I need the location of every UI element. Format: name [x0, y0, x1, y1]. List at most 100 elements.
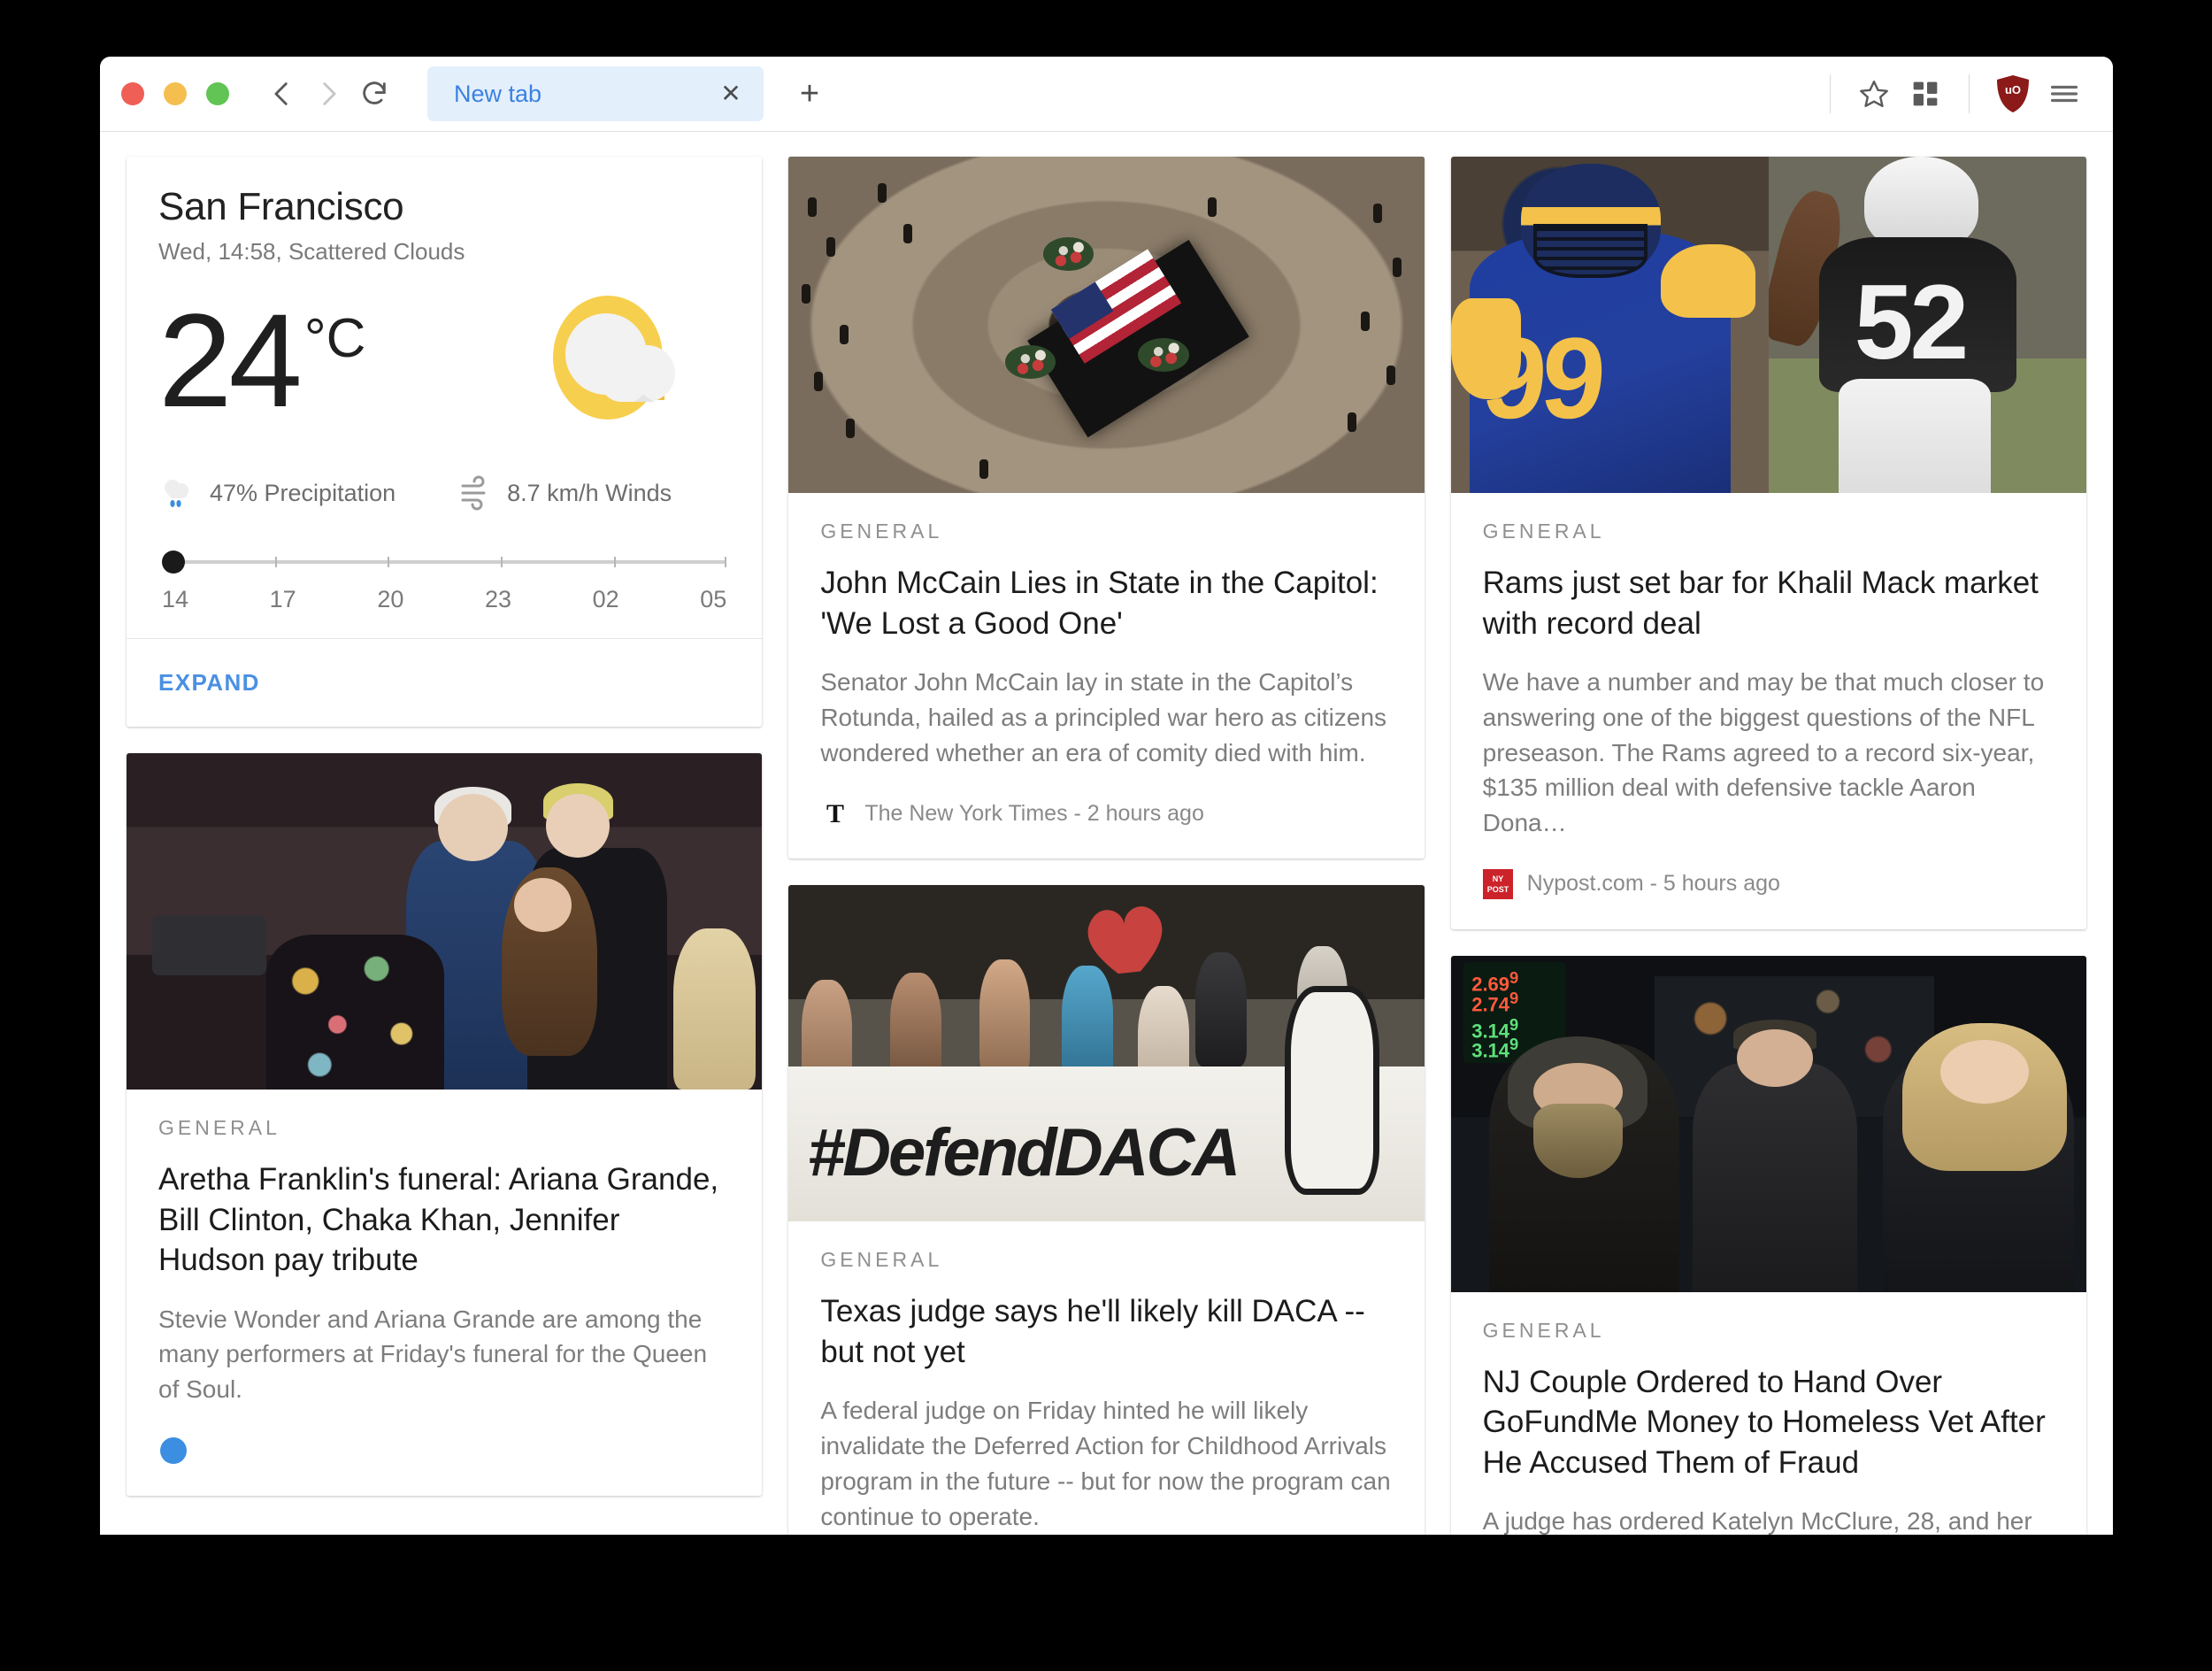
slider-track[interactable]	[162, 551, 726, 574]
svg-text:uO: uO	[2005, 83, 2021, 96]
cards-grid: San Francisco Wed, 14:58, Scattered Clou…	[127, 157, 2086, 1535]
hamburger-menu-icon[interactable]	[2039, 68, 2090, 119]
hour-label: 14	[162, 586, 188, 613]
article-card-daca[interactable]: #DefendDACA GENERAL Texas judge says he'…	[788, 885, 1424, 1535]
article-headline[interactable]: Aretha Franklin's funeral: Ariana Grande…	[158, 1159, 730, 1281]
defend-daca-protest-photo[interactable]: #DefendDACA	[788, 885, 1424, 1221]
toolbar-divider-2	[1969, 74, 1970, 113]
weather-expand-row: EXPAND	[127, 638, 762, 727]
slider-tick	[275, 557, 277, 567]
article-headline[interactable]: Texas judge says he'll likely kill DACA …	[820, 1291, 1392, 1372]
window-traffic-lights	[121, 82, 229, 105]
forward-icon[interactable]	[305, 71, 351, 117]
banner-text: #DefendDACA	[808, 1114, 1238, 1191]
grid-apps-icon[interactable]	[1900, 68, 1951, 119]
weather-subtitle: Wed, 14:58, Scattered Clouds	[158, 238, 730, 266]
hour-label: 05	[700, 586, 726, 613]
slider-knob[interactable]	[162, 551, 185, 574]
hour-label: 17	[270, 586, 296, 613]
tab-title: New tab	[454, 81, 718, 108]
article-card-gofundme[interactable]: 2.699 2.749 3.149 3.149	[1451, 956, 2086, 1535]
capitol-rotunda-casket-photo[interactable]	[788, 157, 1424, 493]
tab-new-tab[interactable]: New tab ✕	[427, 66, 764, 121]
weather-temp-unit: °C	[304, 312, 366, 366]
minimize-window-button[interactable]	[164, 82, 187, 105]
article-body: GENERAL Aretha Franklin's funeral: Arian…	[127, 1090, 762, 1496]
svg-text:NY: NY	[1492, 874, 1503, 883]
article-summary: A federal judge on Friday hinted he will…	[820, 1393, 1392, 1534]
browser-toolbar: New tab ✕ + u	[100, 57, 2113, 132]
slider-tick	[614, 557, 616, 567]
nypost-icon: NY POST	[1483, 869, 1513, 899]
article-summary: Senator John McCain lay in state in the …	[820, 665, 1392, 770]
weather-body: San Francisco Wed, 14:58, Scattered Clou…	[127, 157, 762, 638]
weather-stats: 47% Precipitation 8.7 km/h Winds	[158, 474, 730, 512]
article-card-aretha[interactable]: GENERAL Aretha Franklin's funeral: Arian…	[127, 753, 762, 1496]
weather-temp-value: 24	[158, 297, 299, 424]
new-tab-page: San Francisco Wed, 14:58, Scattered Clou…	[100, 132, 2113, 1535]
column-middle: GENERAL John McCain Lies in State in the…	[788, 157, 1424, 1535]
toolbar-actions: uO	[1812, 57, 2090, 131]
back-icon[interactable]	[259, 71, 305, 117]
svg-text:T: T	[826, 799, 844, 828]
bookmark-star-icon[interactable]	[1848, 68, 1900, 119]
hour-label: 20	[377, 586, 403, 613]
slider-tick	[501, 557, 503, 567]
precipitation-label: 47% Precipitation	[210, 480, 396, 507]
weather-temperature: 24 °C	[158, 297, 365, 424]
article-summary: A judge has ordered Katelyn McClure, 28,…	[1483, 1504, 2055, 1535]
svg-text:POST: POST	[1486, 885, 1509, 894]
maximize-window-button[interactable]	[206, 82, 229, 105]
article-kicker: GENERAL	[820, 1248, 1392, 1272]
slider-tick	[725, 557, 726, 567]
weather-city: San Francisco	[158, 187, 730, 227]
article-source: Nypost.com - 5 hours ago	[1527, 871, 1780, 897]
nfl-players-split-photo[interactable]: 99 52	[1451, 157, 2086, 493]
column-left: San Francisco Wed, 14:58, Scattered Clou…	[127, 157, 762, 1496]
winds-label: 8.7 km/h Winds	[507, 480, 672, 507]
article-source-row: T The New York Times - 2 hours ago	[820, 798, 1392, 828]
article-source-row: NY POST Nypost.com - 5 hours ago	[1483, 869, 2055, 899]
article-summary: Stevie Wonder and Ariana Grande are amon…	[158, 1302, 730, 1407]
article-kicker: GENERAL	[158, 1116, 730, 1140]
article-headline[interactable]: Rams just set bar for Khalil Mack market…	[1483, 563, 2055, 643]
article-body: GENERAL NJ Couple Ordered to Hand Over G…	[1451, 1292, 2086, 1535]
article-card-rams[interactable]: 99 52	[1451, 157, 2086, 929]
rams-player-photo: 99	[1451, 157, 1769, 493]
article-source: The New York Times - 2 hours ago	[864, 801, 1204, 827]
new-tab-button[interactable]: +	[790, 74, 829, 113]
article-kicker: GENERAL	[1483, 520, 2055, 543]
ublock-origin-icon[interactable]: uO	[1987, 68, 2039, 119]
article-body: GENERAL John McCain Lies in State in the…	[788, 493, 1424, 859]
column-right: 99 52	[1451, 157, 2086, 1535]
hour-label: 23	[485, 586, 511, 613]
article-kicker: GENERAL	[1483, 1319, 2055, 1343]
browser-window: New tab ✕ + u	[100, 57, 2113, 1535]
toolbar-divider-1	[1830, 74, 1831, 113]
article-body: GENERAL Texas judge says he'll likely ki…	[788, 1221, 1424, 1535]
article-kicker: GENERAL	[820, 520, 1392, 543]
nj-couple-homeless-vet-photo[interactable]: 2.699 2.749 3.149 3.149	[1451, 956, 2086, 1292]
article-source-row	[158, 1436, 730, 1466]
raiders-player-photo: 52	[1769, 157, 2086, 493]
weather-hour-slider[interactable]: 14 17 20 23 02 05	[158, 551, 730, 613]
reload-icon[interactable]	[351, 71, 397, 117]
nyt-gothic-t-icon: T	[820, 798, 850, 828]
expand-button[interactable]: EXPAND	[158, 669, 260, 696]
article-summary: We have a number and may be that much cl…	[1483, 665, 2055, 841]
slider-tick	[388, 557, 389, 567]
rain-cloud-icon	[158, 474, 196, 512]
aretha-funeral-photo[interactable]	[127, 753, 762, 1090]
sun-behind-cloud-icon	[530, 285, 707, 435]
weather-main: 24 °C	[158, 285, 730, 435]
article-headline[interactable]: John McCain Lies in State in the Capitol…	[820, 563, 1392, 643]
weather-card[interactable]: San Francisco Wed, 14:58, Scattered Clou…	[127, 157, 762, 727]
wind-icon	[456, 474, 493, 512]
winds-stat: 8.7 km/h Winds	[456, 474, 672, 512]
article-card-mccain[interactable]: GENERAL John McCain Lies in State in the…	[788, 157, 1424, 859]
close-tab-icon[interactable]: ✕	[718, 81, 744, 107]
article-headline[interactable]: NJ Couple Ordered to Hand Over GoFundMe …	[1483, 1362, 2055, 1483]
hour-label: 02	[593, 586, 619, 613]
close-window-button[interactable]	[121, 82, 144, 105]
slider-line	[162, 560, 726, 564]
